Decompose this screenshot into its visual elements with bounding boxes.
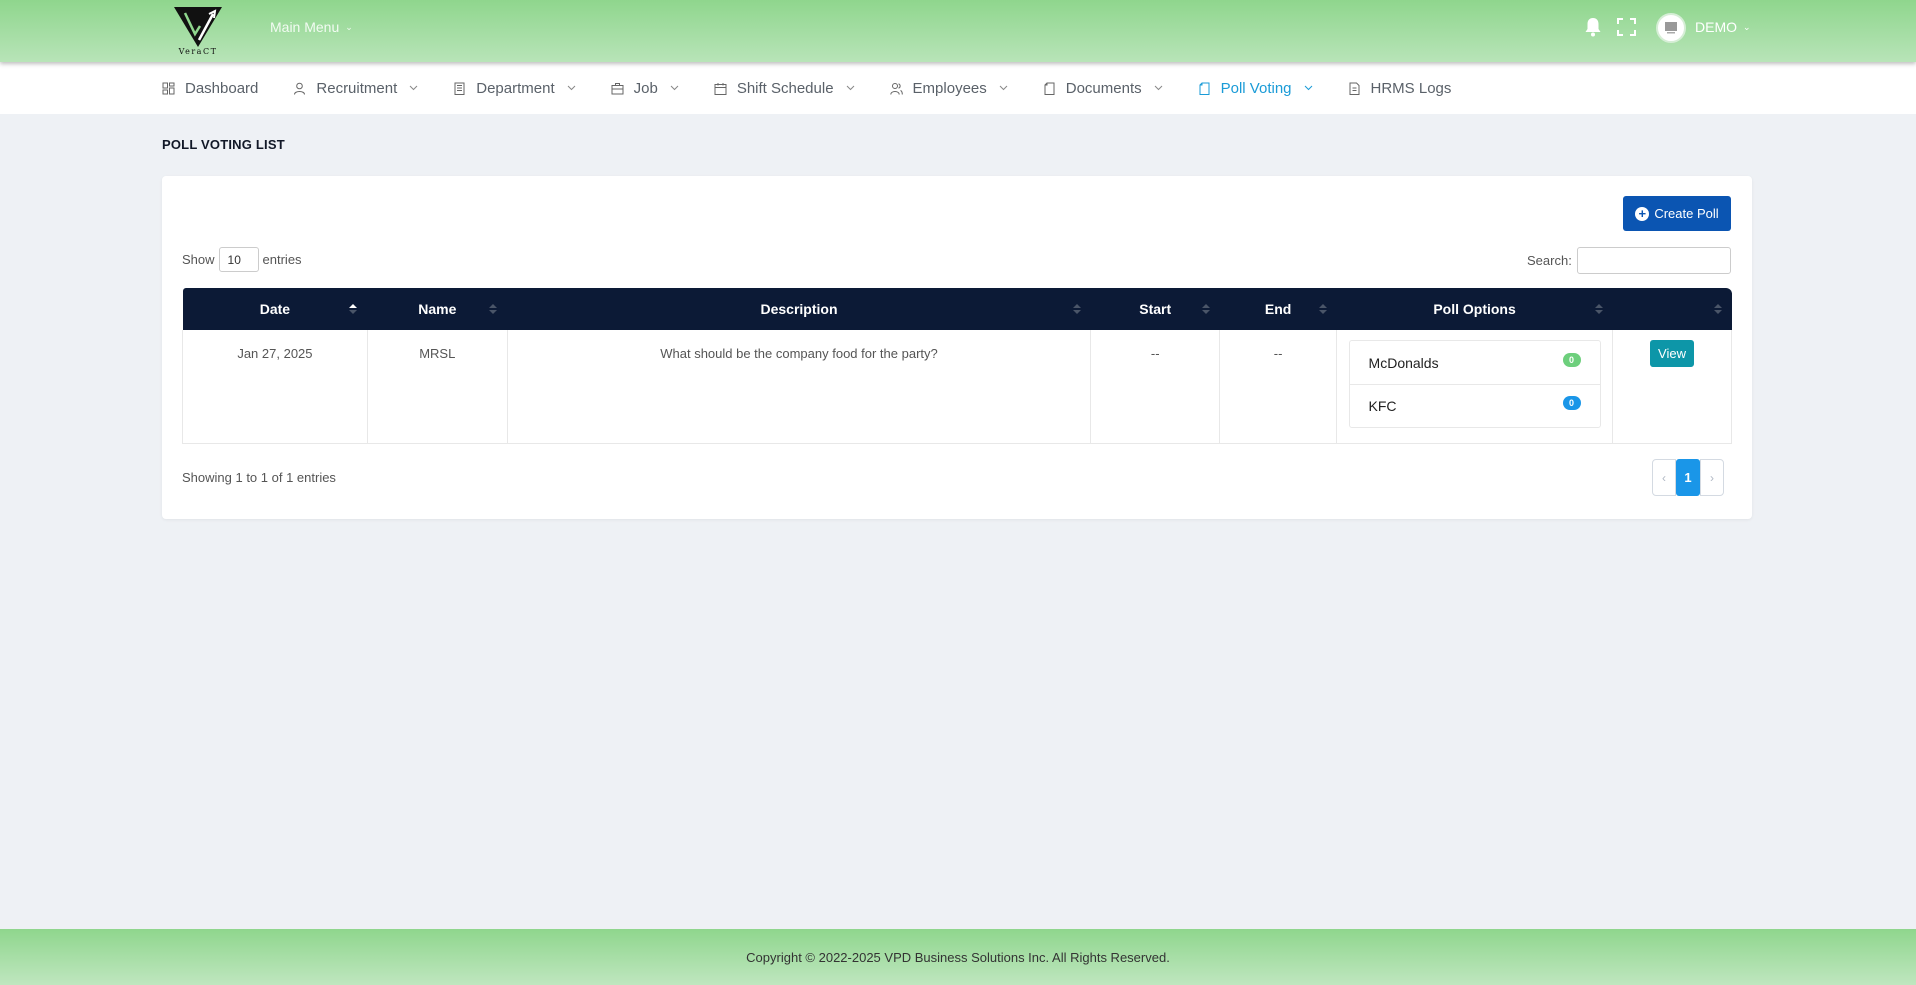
entries-label: entries xyxy=(262,252,302,267)
sort-ascending-icon xyxy=(349,304,358,314)
nav-label: Poll Voting xyxy=(1220,79,1292,97)
logo-text: VeraCT xyxy=(178,47,218,56)
veract-logo-icon xyxy=(174,7,222,47)
poll-table: Date Name Description Start End Poll Opt… xyxy=(182,288,1732,444)
page-length-control: Show 10 entries xyxy=(182,247,302,272)
log-icon xyxy=(1349,82,1360,95)
user-name: DEMO xyxy=(1695,19,1737,35)
sort-icon xyxy=(1713,304,1722,314)
pagination: ‹ 1 › xyxy=(1652,459,1724,496)
chevron-down-icon xyxy=(409,85,418,91)
column-header-poll-options[interactable]: Poll Options xyxy=(1337,288,1613,330)
chevron-down-icon: ⌄ xyxy=(1743,21,1751,32)
search-label: Search: xyxy=(1527,253,1572,268)
main-menu-dropdown[interactable]: Main Menu ⌄ xyxy=(270,19,353,35)
briefcase-icon xyxy=(611,82,624,94)
users-icon xyxy=(889,82,903,95)
show-label: Show xyxy=(182,252,215,267)
table-row: Jan 27, 2025 MRSL What should be the com… xyxy=(182,330,1732,443)
chevron-down-icon: ⌄ xyxy=(345,21,353,32)
column-header-date[interactable]: Date xyxy=(183,288,368,330)
nav-item-recruitment[interactable]: Recruitment xyxy=(293,80,418,97)
table-info: Showing 1 to 1 of 1 entries xyxy=(182,470,336,485)
page-button-current[interactable]: 1 xyxy=(1676,459,1700,496)
chevron-down-icon xyxy=(846,85,854,91)
sort-icon xyxy=(1318,304,1327,314)
calendar-icon xyxy=(714,82,727,95)
chevron-down-icon xyxy=(1154,85,1162,91)
nav-item-employees[interactable]: Employees xyxy=(889,79,1008,97)
image-placeholder-icon xyxy=(1665,22,1677,34)
column-header-start[interactable]: Start xyxy=(1091,288,1220,330)
main-nav: Dashboard Recruitment Department Job Shi… xyxy=(0,62,1916,114)
column-header-end[interactable]: End xyxy=(1220,288,1337,330)
search-control: Search: xyxy=(1527,247,1731,274)
table-header-row: Date Name Description Start End Poll Opt… xyxy=(182,288,1732,330)
nav-item-hrms-logs[interactable]: HRMS Logs xyxy=(1348,79,1452,97)
poll-option: KFC 0 xyxy=(1349,384,1600,427)
poll-option-label: McDonalds xyxy=(1368,354,1439,371)
chevron-down-icon xyxy=(1304,85,1312,91)
vote-count-badge: 0 xyxy=(1562,352,1581,367)
building-icon xyxy=(454,82,465,95)
logo[interactable]: VeraCT xyxy=(172,4,224,58)
sort-icon xyxy=(1594,304,1603,314)
chevron-down-icon xyxy=(999,85,1008,91)
nav-label: Job xyxy=(633,79,658,97)
nav-item-shift-schedule[interactable]: Shift Schedule xyxy=(714,80,855,97)
fullscreen-icon[interactable] xyxy=(1617,18,1636,36)
sort-icon xyxy=(489,304,498,314)
next-page-button[interactable]: › xyxy=(1700,459,1724,496)
nav-label: Department xyxy=(476,79,555,97)
poll-options-list: McDonalds 0 KFC 0 xyxy=(1348,340,1601,428)
nav-item-job[interactable]: Job xyxy=(611,80,679,97)
main-menu-label: Main Menu xyxy=(270,19,340,35)
cell-actions: View xyxy=(1612,330,1732,443)
avatar[interactable] xyxy=(1656,13,1686,43)
sort-icon xyxy=(1201,304,1210,314)
cell-end: -- xyxy=(1219,330,1338,443)
nav-label: Documents xyxy=(1065,79,1142,97)
nav-item-department[interactable]: Department xyxy=(453,80,575,97)
view-button[interactable]: View xyxy=(1650,340,1695,367)
cell-start: -- xyxy=(1090,330,1221,443)
document-icon xyxy=(1044,82,1055,95)
dashboard-icon xyxy=(162,82,175,94)
user-icon xyxy=(294,82,306,95)
plus-circle-icon: + xyxy=(1635,206,1650,221)
nav-label: Recruitment xyxy=(316,79,398,97)
poll-option: McDonalds 0 xyxy=(1350,341,1600,384)
column-header-name[interactable]: Name xyxy=(367,288,507,330)
create-poll-button[interactable]: + Create Poll xyxy=(1623,196,1731,231)
nav-item-dashboard[interactable]: Dashboard xyxy=(162,80,258,97)
poll-option-label: KFC xyxy=(1368,398,1397,414)
cell-name: MRSL xyxy=(367,330,508,443)
copyright-text: Copyright © 2022-2025 VPD Business Solut… xyxy=(746,949,1170,965)
chevron-down-icon xyxy=(567,85,575,91)
cell-date: Jan 27, 2025 xyxy=(182,330,368,443)
column-header-description[interactable]: Description xyxy=(507,288,1091,330)
search-input[interactable] xyxy=(1576,247,1731,274)
chevron-down-icon xyxy=(670,85,679,91)
cell-poll-options: McDonalds 0 KFC 0 xyxy=(1336,330,1614,443)
sort-icon xyxy=(1072,304,1081,314)
footer: Copyright © 2022-2025 VPD Business Solut… xyxy=(0,929,1916,985)
document-icon xyxy=(1199,82,1210,95)
user-menu[interactable]: DEMO ⌄ xyxy=(1695,19,1751,35)
bell-icon[interactable] xyxy=(1584,17,1602,37)
create-poll-label: Create Poll xyxy=(1654,206,1719,221)
cell-description: What should be the company food for the … xyxy=(507,330,1092,443)
nav-item-poll-voting[interactable]: Poll Voting xyxy=(1198,80,1313,97)
nav-item-documents[interactable]: Documents xyxy=(1043,80,1163,97)
nav-label: Shift Schedule xyxy=(736,79,834,97)
top-bar: VeraCT Main Menu ⌄ DEMO ⌄ xyxy=(0,0,1916,62)
page-title: POLL VOTING LIST xyxy=(162,137,285,152)
column-header-actions[interactable] xyxy=(1613,288,1732,330)
page-length-select[interactable]: 10 xyxy=(218,247,259,272)
nav-label: Employees xyxy=(912,79,987,97)
nav-label: HRMS Logs xyxy=(1370,79,1452,97)
nav-label: Dashboard xyxy=(185,79,259,97)
vote-count-badge: 0 xyxy=(1562,396,1581,410)
previous-page-button[interactable]: ‹ xyxy=(1652,459,1676,496)
